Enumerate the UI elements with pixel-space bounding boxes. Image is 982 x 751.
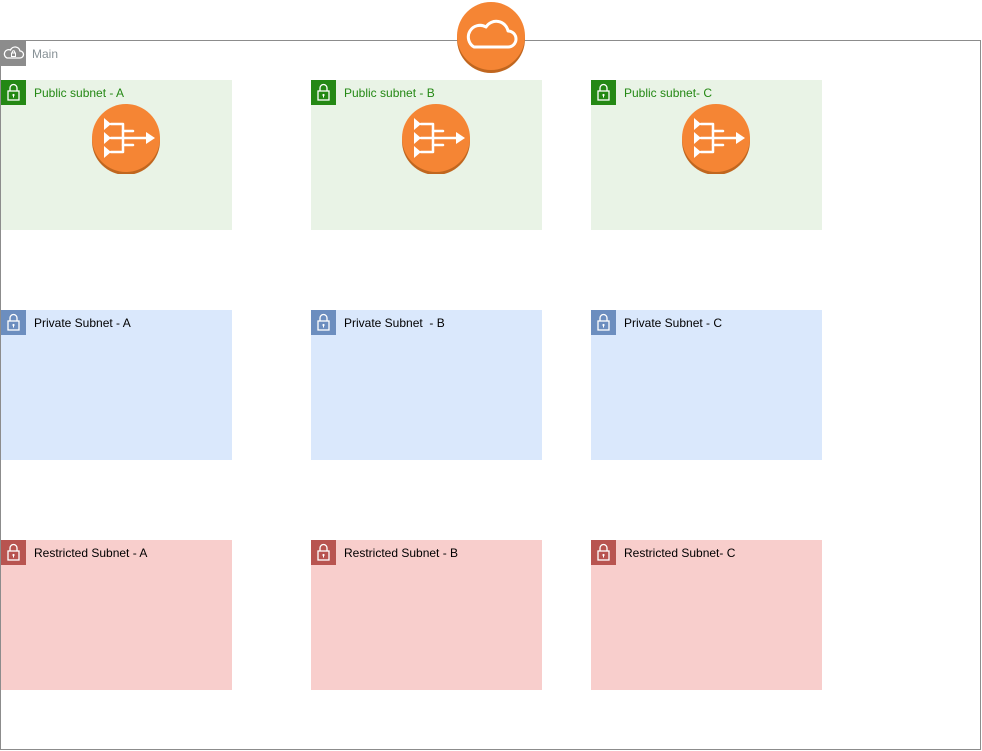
subnet-label: Restricted Subnet - B (344, 546, 459, 560)
nat-gateway-icon[interactable] (681, 104, 751, 174)
padlock-icon (1, 80, 26, 105)
subnet-label: Public subnet - B (344, 86, 435, 100)
padlock-icon (311, 310, 336, 335)
padlock-icon (591, 80, 616, 105)
nat-gateway-icon[interactable] (401, 104, 471, 174)
subnet-label: Public subnet- C (624, 86, 713, 100)
subnet-label: Restricted Subnet- C (624, 546, 736, 560)
subnet-label: Private Subnet - A (34, 316, 131, 330)
private-subnet-b[interactable]: Private Subnet - B (311, 310, 542, 460)
subnet-label: Private Subnet - C (624, 316, 723, 330)
subnet-label: Private Subnet - B (344, 316, 445, 330)
subnet-label: Restricted Subnet - A (34, 546, 148, 560)
restricted-subnet-a[interactable]: Restricted Subnet - A (1, 540, 232, 690)
subnet-label: Public subnet - A (34, 86, 125, 100)
private-subnet-c[interactable]: Private Subnet - C (591, 310, 822, 460)
padlock-icon (311, 80, 336, 105)
nat-gateway-icon[interactable] (91, 104, 161, 174)
padlock-icon (591, 310, 616, 335)
padlock-icon (1, 540, 26, 565)
restricted-subnet-c[interactable]: Restricted Subnet- C (591, 540, 822, 690)
padlock-icon (311, 540, 336, 565)
restricted-subnet-b[interactable]: Restricted Subnet - B (311, 540, 542, 690)
vpc-label: Main (32, 47, 59, 61)
private-subnet-a[interactable]: Private Subnet - A (1, 310, 232, 460)
internet-gateway-cloud-icon[interactable] (456, 1, 526, 73)
vpc-cloud-lock-icon (1, 41, 26, 66)
padlock-icon (591, 540, 616, 565)
padlock-icon (1, 310, 26, 335)
